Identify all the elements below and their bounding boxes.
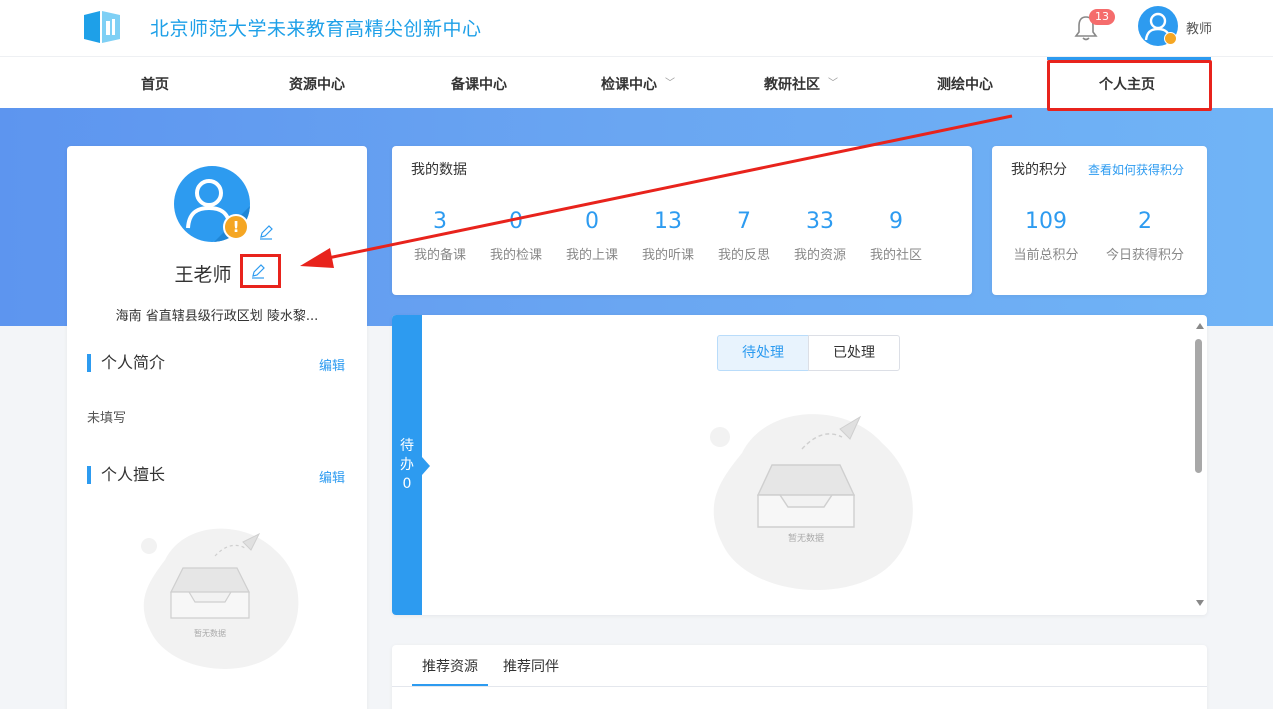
skills-section-title: 个人擅长 xyxy=(87,466,165,484)
stat-lesson-prep[interactable]: 3 我的备课 xyxy=(402,208,478,263)
profile-name: 王老师 xyxy=(174,264,232,286)
stat-label: 我的反思 xyxy=(717,248,770,263)
scroll-up-arrow-icon[interactable] xyxy=(1196,323,1204,329)
stat-label: 我的听课 xyxy=(641,248,694,263)
stat-value: 9 xyxy=(889,209,903,234)
empty-data-illustration: 暂无数据 xyxy=(141,528,299,669)
top-header: 北京师范大学未来教育高精尖创新中心 13 教师 xyxy=(0,0,1273,56)
stat-community[interactable]: 9 我的社区 xyxy=(858,208,934,263)
stat-value: 0 xyxy=(585,209,599,234)
stat-total-points[interactable]: 109 当前总积分 xyxy=(1008,208,1084,263)
stat-observation[interactable]: 13 我的听课 xyxy=(630,208,706,263)
scroll-down-arrow-icon[interactable] xyxy=(1196,600,1204,606)
annotation-box-nav xyxy=(1047,60,1212,111)
todo-notch xyxy=(422,457,430,475)
todo-side-text: 待 办 0 xyxy=(392,437,422,494)
intro-section-title: 个人简介 xyxy=(87,354,165,372)
stat-label: 我的社区 xyxy=(869,248,922,263)
todo-panel: 待 办 0 待处理 已处理 暂无数据 xyxy=(392,315,1207,615)
my-data-title: 我的数据 xyxy=(411,162,467,178)
stat-label: 今日获得积分 xyxy=(1105,248,1184,263)
my-points-title: 我的积分 xyxy=(1011,162,1067,178)
points-help-link[interactable]: 查看如何获得积分 xyxy=(1088,161,1184,178)
stat-label: 我的检课 xyxy=(489,248,542,263)
site-logo[interactable] xyxy=(82,9,122,45)
stat-today-points[interactable]: 2 今日获得积分 xyxy=(1097,208,1193,263)
nav-resource-center-label: 资源中心 xyxy=(289,77,345,93)
profile-school: 海南 省直辖县级行政区划 陵水黎... xyxy=(115,309,319,324)
warning-dot-icon xyxy=(1164,32,1177,45)
stat-resources[interactable]: 33 我的资源 xyxy=(782,208,858,263)
tab-done[interactable]: 已处理 xyxy=(808,335,900,371)
empty-data-illustration: 暂无数据 xyxy=(710,414,913,591)
my-points-card: 我的积分 查看如何获得积分 109 当前总积分 2 今日获得积分 xyxy=(992,146,1207,295)
scrollbar-thumb[interactable] xyxy=(1195,339,1202,473)
nav-survey-center[interactable]: 测绘中心 xyxy=(890,57,1040,109)
stat-value: 109 xyxy=(1025,209,1067,234)
stat-label: 我的备课 xyxy=(413,248,466,263)
empty-text: 暂无数据 xyxy=(194,628,226,638)
stat-label: 我的上课 xyxy=(565,248,618,263)
stat-value: 3 xyxy=(433,209,447,234)
site-title[interactable]: 北京师范大学未来教育高精尖创新中心 xyxy=(150,14,482,41)
todo-label-2: 办 xyxy=(400,457,414,473)
stat-lesson-check[interactable]: 0 我的检课 xyxy=(478,208,554,263)
nav-home-label: 首页 xyxy=(141,77,169,93)
my-data-card: 我的数据 3 我的备课 0 我的检课 0 我的上课 13 我的听课 7 我的反思 33 我的… xyxy=(392,146,972,295)
nav-survey-center-label: 测绘中心 xyxy=(937,77,993,93)
intro-text: 未填写 xyxy=(87,411,127,426)
nav-home[interactable]: 首页 xyxy=(80,57,230,109)
chevron-down-icon: ﹀ xyxy=(828,78,838,89)
todo-count: 0 xyxy=(402,476,412,492)
user-role[interactable]: 教师 xyxy=(1186,18,1212,37)
skills-edit-link[interactable]: 编辑 xyxy=(319,467,345,486)
tab-recommend-resources[interactable]: 推荐资源 xyxy=(422,656,478,676)
stat-value: 33 xyxy=(806,209,834,234)
nav-research-community[interactable]: 教研社区 ﹀ xyxy=(726,57,876,109)
nav-lesson-check-label: 检课中心 xyxy=(601,77,657,93)
stat-value: 0 xyxy=(509,209,523,234)
nav-lesson-check[interactable]: 检课中心 ﹀ xyxy=(563,57,713,109)
profile-card: ! 王老师 海南 省直辖县级行政区划 陵水黎... 个人简介 编辑 未填写 个人… xyxy=(67,146,367,709)
nav-research-community-label: 教研社区 xyxy=(764,77,820,93)
tab-divider xyxy=(392,686,1207,687)
stat-label: 当前总积分 xyxy=(1013,248,1079,263)
recommend-panel: 推荐资源 推荐同伴 xyxy=(392,645,1207,709)
stat-teaching[interactable]: 0 我的上课 xyxy=(554,208,630,263)
intro-edit-link[interactable]: 编辑 xyxy=(319,355,345,374)
nav-lesson-prep[interactable]: 备课中心 xyxy=(404,57,554,109)
chevron-down-icon: ﹀ xyxy=(665,78,675,89)
nav-lesson-prep-label: 备课中心 xyxy=(451,77,507,93)
notification-badge: 13 xyxy=(1089,9,1115,25)
tab-pending[interactable]: 待处理 xyxy=(717,335,809,371)
stat-label: 我的资源 xyxy=(793,248,846,263)
stat-value: 13 xyxy=(654,209,682,234)
nav-resource-center[interactable]: 资源中心 xyxy=(242,57,392,109)
warning-icon: ! xyxy=(223,214,249,240)
annotation-box-name-edit xyxy=(240,254,281,288)
edit-avatar-icon[interactable] xyxy=(258,224,274,240)
todo-label-1: 待 xyxy=(400,438,414,454)
stat-value: 2 xyxy=(1138,209,1152,234)
tab-recommend-peers[interactable]: 推荐同伴 xyxy=(503,656,559,676)
stat-reflection[interactable]: 7 我的反思 xyxy=(706,208,782,263)
stat-value: 7 xyxy=(737,209,751,234)
empty-text: 暂无数据 xyxy=(788,532,824,544)
tab-active-indicator xyxy=(412,684,488,686)
